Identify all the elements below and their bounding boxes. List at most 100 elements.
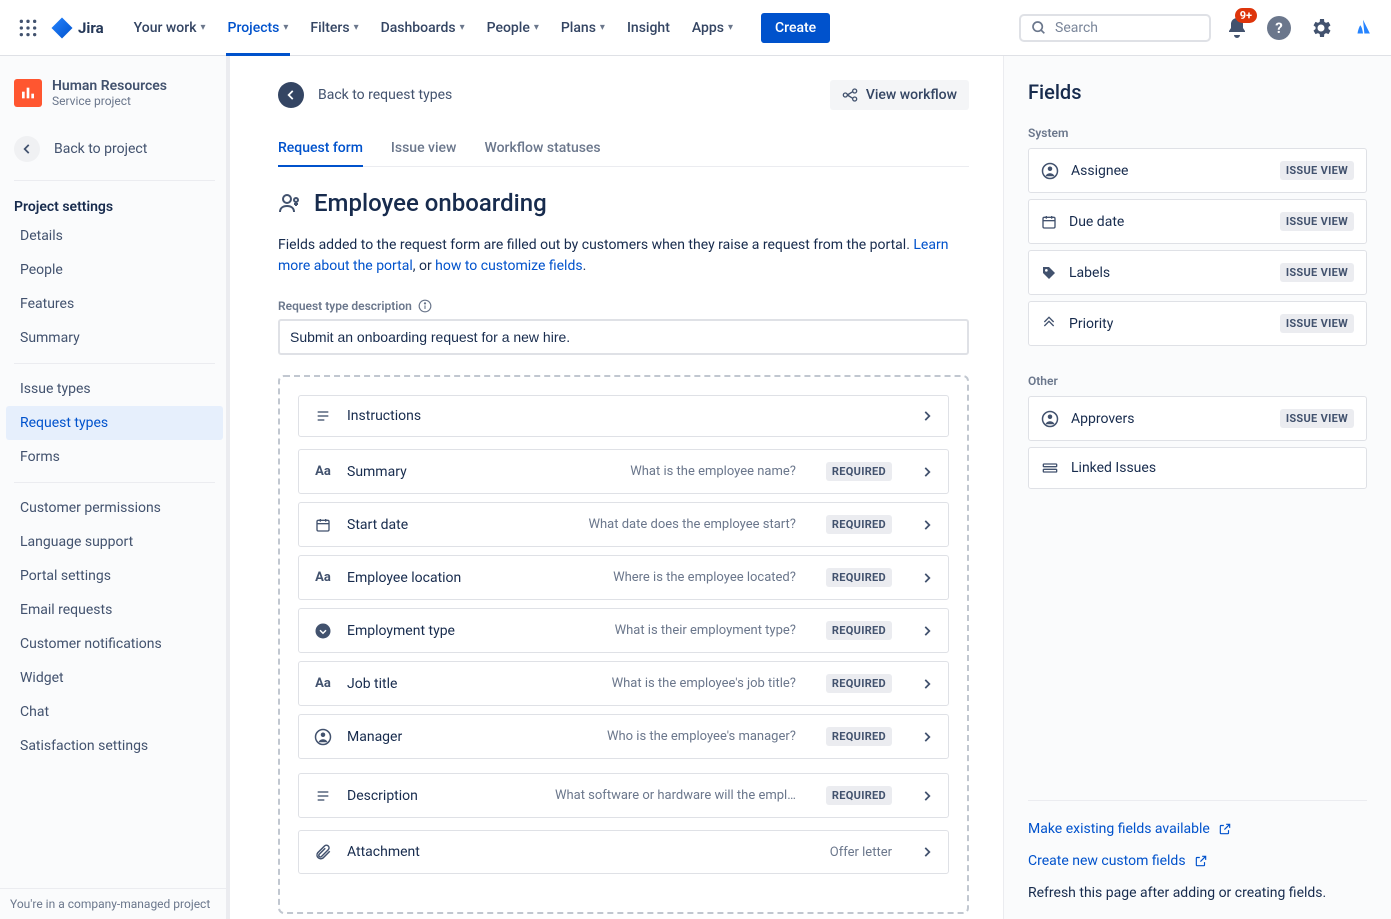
jira-logo[interactable]: Jira bbox=[50, 16, 104, 40]
field-hint: What is the employee name? bbox=[630, 464, 796, 479]
back-to-project-label: Back to project bbox=[54, 141, 147, 157]
field-type-icon bbox=[1041, 265, 1057, 281]
tab-request-form[interactable]: Request form bbox=[278, 140, 363, 166]
sidebar-item-issue-types[interactable]: Issue types bbox=[6, 372, 223, 406]
sidebar-item-features[interactable]: Features bbox=[6, 287, 223, 321]
required-badge: REQUIRED bbox=[826, 568, 892, 587]
settings-icon[interactable] bbox=[1305, 12, 1337, 44]
field-row-employee-location[interactable]: AaEmployee locationWhere is the employee… bbox=[298, 555, 949, 600]
sidebar-item-customer-permissions[interactable]: Customer permissions bbox=[6, 491, 223, 525]
back-to-project[interactable]: Back to project bbox=[0, 126, 229, 172]
required-badge: REQUIRED bbox=[826, 674, 892, 693]
notifications-icon[interactable]: 9+ bbox=[1221, 12, 1253, 44]
field-panel-item-linked-issues[interactable]: Linked Issues bbox=[1028, 447, 1367, 489]
required-badge: REQUIRED bbox=[826, 727, 892, 746]
help-icon[interactable]: ? bbox=[1263, 12, 1295, 44]
field-row-attachment[interactable]: AttachmentOffer letter bbox=[298, 830, 949, 874]
project-subtitle: Service project bbox=[52, 94, 167, 108]
create-button[interactable]: Create bbox=[761, 13, 830, 43]
chevron-down-icon: ▾ bbox=[283, 22, 288, 33]
project-header[interactable]: Human Resources Service project bbox=[0, 74, 229, 126]
app-switcher-icon[interactable] bbox=[12, 12, 44, 44]
chevron-down-icon: ▾ bbox=[534, 22, 539, 33]
field-row-instructions[interactable]: Instructions bbox=[298, 395, 949, 437]
external-link-icon bbox=[1194, 854, 1208, 868]
top-nav-left: Jira Your work▾Projects▾Filters▾Dashboar… bbox=[12, 12, 830, 44]
field-type-icon: Aa bbox=[313, 464, 333, 479]
sidebar-item-people[interactable]: People bbox=[6, 253, 223, 287]
chevron-right-icon bbox=[920, 624, 934, 638]
make-fields-available-link[interactable]: Make existing fields available bbox=[1028, 821, 1367, 837]
field-type-icon bbox=[313, 517, 333, 533]
field-row-description[interactable]: DescriptionWhat software or hardware wil… bbox=[298, 773, 949, 818]
sidebar-item-chat[interactable]: Chat bbox=[6, 695, 223, 729]
field-row-manager[interactable]: ManagerWho is the employee's manager?REQ… bbox=[298, 714, 949, 759]
nav-item-your-work[interactable]: Your work▾ bbox=[124, 14, 216, 42]
nav-item-apps[interactable]: Apps▾ bbox=[682, 14, 743, 42]
search-input[interactable]: Search bbox=[1019, 14, 1211, 42]
back-to-request-types[interactable]: Back to request types bbox=[278, 82, 452, 108]
sidebar-item-email-requests[interactable]: Email requests bbox=[6, 593, 223, 627]
field-type-icon bbox=[1041, 316, 1057, 332]
sidebar-footer: You're in a company-managed project bbox=[0, 888, 229, 919]
field-hint: What is their employment type? bbox=[615, 623, 796, 638]
chevron-down-icon: ▾ bbox=[600, 22, 605, 33]
field-row-start-date[interactable]: Start dateWhat date does the employee st… bbox=[298, 502, 949, 547]
sidebar-item-language-support[interactable]: Language support bbox=[6, 525, 223, 559]
sidebar-item-widget[interactable]: Widget bbox=[6, 661, 223, 695]
center-panel: Back to request types View workflow Requ… bbox=[230, 56, 1003, 919]
top-nav-right: Search 9+ ? bbox=[1019, 12, 1379, 44]
sidebar-item-forms[interactable]: Forms bbox=[6, 440, 223, 474]
page-title: Employee onboarding bbox=[314, 189, 547, 217]
sidebar-item-details[interactable]: Details bbox=[6, 219, 223, 253]
issue-view-badge: ISSUE VIEW bbox=[1280, 409, 1354, 428]
back-label: Back to request types bbox=[318, 87, 452, 103]
field-panel-label: Due date bbox=[1069, 214, 1124, 230]
field-panel-item-assignee[interactable]: Assignee ISSUE VIEW bbox=[1028, 148, 1367, 193]
fields-panel: Fields System AssigneeISSUE VIEWDue date… bbox=[1003, 56, 1391, 919]
project-settings-label: Project settings bbox=[0, 189, 229, 219]
field-row-summary[interactable]: AaSummaryWhat is the employee name?REQUI… bbox=[298, 449, 949, 494]
request-type-desc-label: Request type description bbox=[278, 299, 969, 313]
sidebar-item-customer-notifications[interactable]: Customer notifications bbox=[6, 627, 223, 661]
field-hint: What is the employee's job title? bbox=[612, 676, 796, 691]
field-panel-item-priority[interactable]: PriorityISSUE VIEW bbox=[1028, 301, 1367, 346]
nav-item-insight[interactable]: Insight bbox=[617, 14, 680, 42]
field-panel-item-due-date[interactable]: Due date ISSUE VIEW bbox=[1028, 199, 1367, 244]
field-type-icon bbox=[1041, 214, 1057, 230]
field-name: Employment type bbox=[347, 623, 455, 639]
field-panel-label: Linked Issues bbox=[1071, 460, 1156, 476]
chevron-right-icon bbox=[920, 518, 934, 532]
view-workflow-button[interactable]: View workflow bbox=[830, 80, 969, 110]
field-type-icon: Aa bbox=[313, 676, 333, 691]
chevron-right-icon bbox=[920, 677, 934, 691]
field-panel-item-approvers[interactable]: ApproversISSUE VIEW bbox=[1028, 396, 1367, 441]
tab-issue-view[interactable]: Issue view bbox=[391, 140, 457, 166]
issue-view-badge: ISSUE VIEW bbox=[1280, 212, 1354, 231]
sidebar-item-summary[interactable]: Summary bbox=[6, 321, 223, 355]
nav-item-plans[interactable]: Plans▾ bbox=[551, 14, 615, 42]
tab-workflow-statuses[interactable]: Workflow statuses bbox=[484, 140, 600, 166]
issue-view-badge: ISSUE VIEW bbox=[1280, 161, 1354, 180]
info-icon[interactable] bbox=[418, 299, 432, 313]
sidebar-item-portal-settings[interactable]: Portal settings bbox=[6, 559, 223, 593]
nav-item-people[interactable]: People▾ bbox=[477, 14, 549, 42]
customize-fields-link[interactable]: how to customize fields bbox=[435, 258, 582, 274]
atlassian-icon[interactable] bbox=[1347, 12, 1379, 44]
required-badge: REQUIRED bbox=[826, 515, 892, 534]
create-custom-fields-link[interactable]: Create new custom fields bbox=[1028, 853, 1367, 869]
field-panel-item-labels[interactable]: LabelsISSUE VIEW bbox=[1028, 250, 1367, 295]
field-row-job-title[interactable]: AaJob titleWhat is the employee's job ti… bbox=[298, 661, 949, 706]
field-name: Start date bbox=[347, 517, 408, 533]
tabs: Request form Issue view Workflow statuses bbox=[278, 140, 969, 167]
request-type-desc-input[interactable] bbox=[278, 319, 969, 355]
refresh-hint: Refresh this page after adding or creati… bbox=[1028, 885, 1367, 901]
nav-item-filters[interactable]: Filters▾ bbox=[300, 14, 368, 42]
field-row-employment-type[interactable]: Employment type What is their employment … bbox=[298, 608, 949, 653]
chevron-right-icon bbox=[920, 465, 934, 479]
nav-item-dashboards[interactable]: Dashboards▾ bbox=[371, 14, 475, 42]
field-panel-label: Assignee bbox=[1071, 163, 1128, 179]
sidebar-item-satisfaction-settings[interactable]: Satisfaction settings bbox=[6, 729, 223, 763]
sidebar-item-request-types[interactable]: Request types bbox=[6, 406, 223, 440]
nav-item-projects[interactable]: Projects▾ bbox=[218, 14, 299, 42]
